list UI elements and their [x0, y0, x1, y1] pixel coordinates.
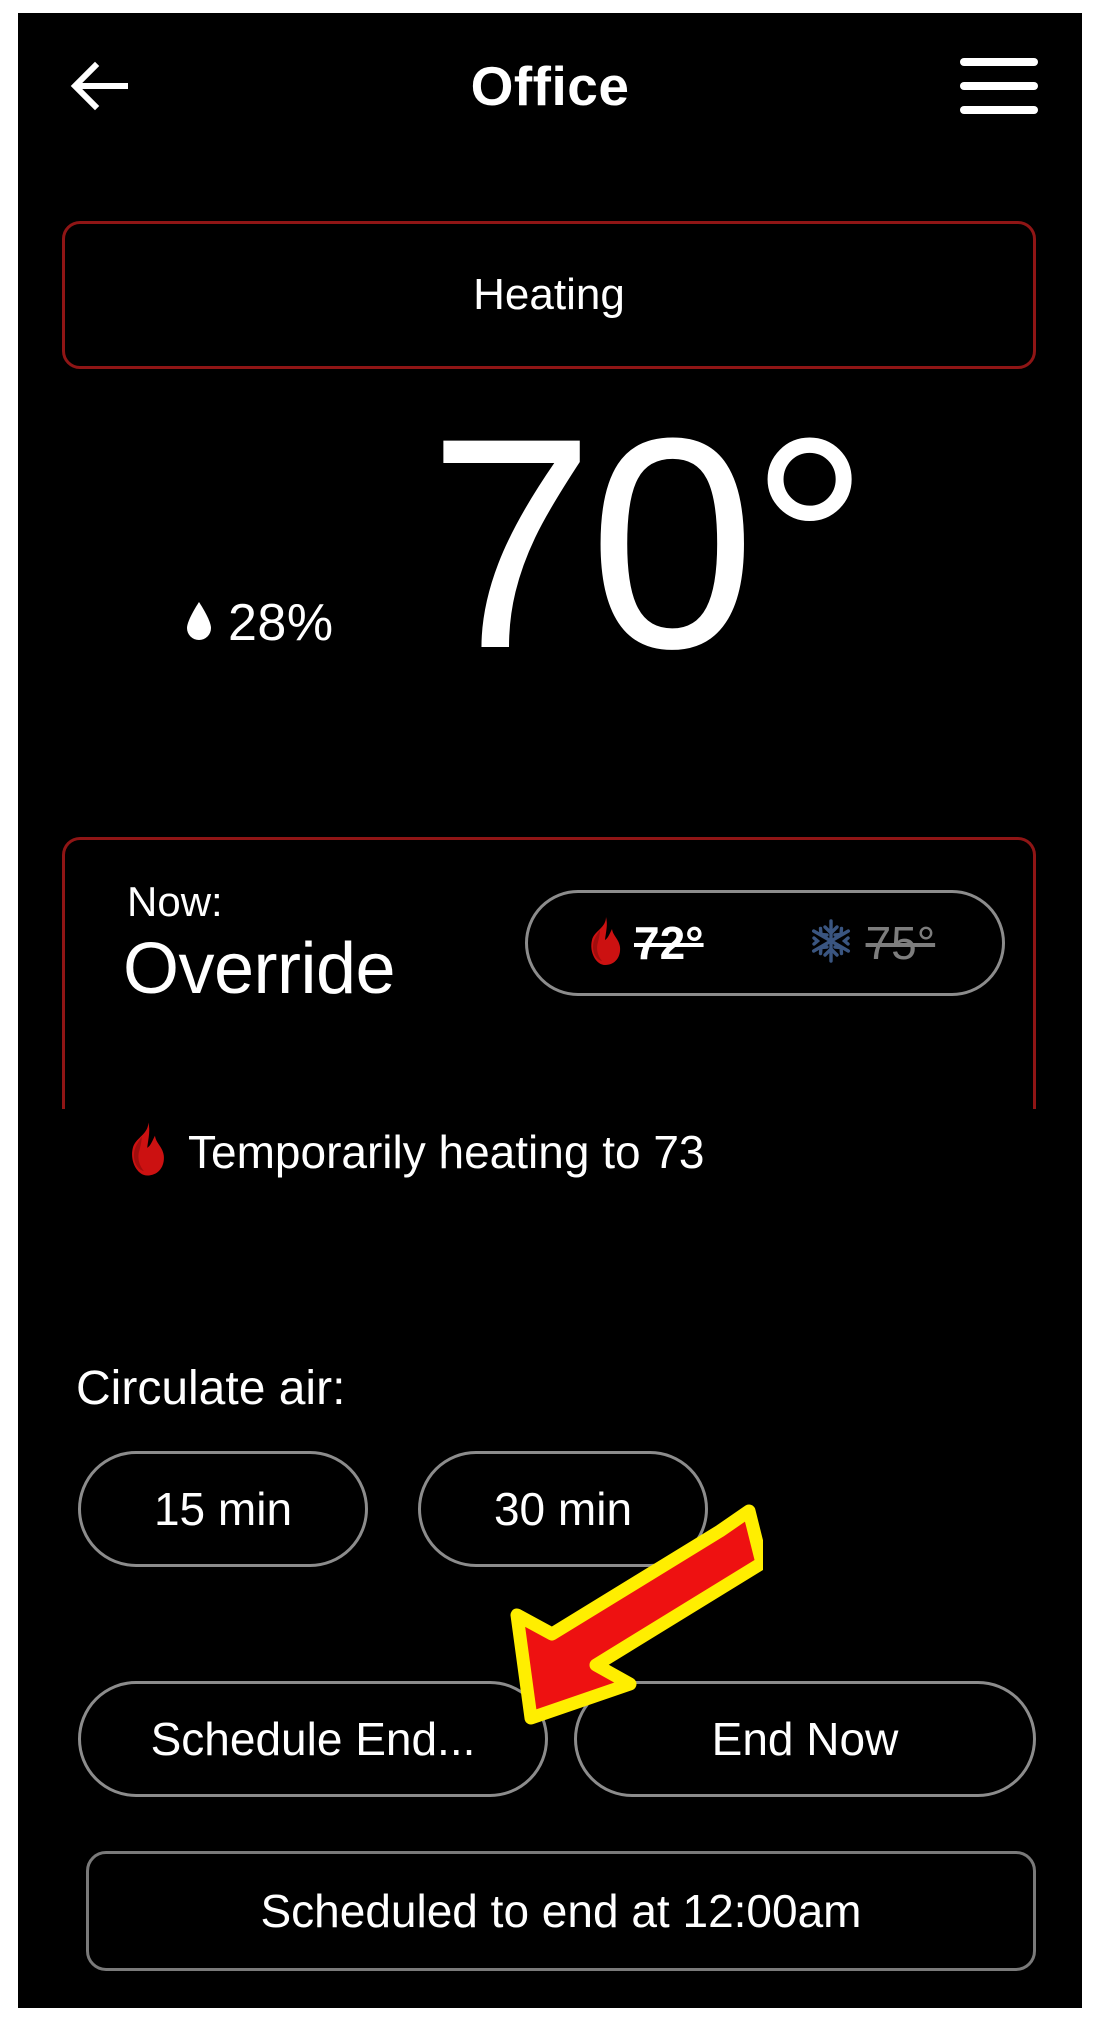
schedule-end-button[interactable]: Schedule End...: [78, 1681, 548, 1797]
hvac-mode-label: Heating: [473, 270, 625, 319]
override-card[interactable]: Now: Override 72° 75°: [62, 837, 1036, 1109]
scheduled-to-end-banner[interactable]: Scheduled to end at 12:00am: [86, 1851, 1036, 1971]
hamburger-menu-icon[interactable]: [956, 51, 1042, 121]
cool-setpoint-value: 75°: [865, 917, 936, 969]
override-now-label: Now:: [127, 878, 223, 925]
screenshot-frame: Office Heating 28% 70° Now: Override 72°…: [0, 0, 1098, 2018]
current-temperature: 70°: [428, 375, 870, 711]
water-drop-icon: [184, 600, 214, 647]
flame-icon: [584, 916, 622, 971]
override-state-label: Override: [123, 929, 396, 1009]
setpoint-pill[interactable]: 72° 75°: [525, 890, 1005, 996]
override-status-text: Temporarily heating to 73: [188, 1125, 705, 1178]
humidity-value: 28%: [228, 594, 334, 652]
menu-bar-2: [960, 82, 1038, 90]
heat-setpoint-value: 72°: [634, 917, 704, 969]
override-status-line: Temporarily heating to 73: [124, 1121, 705, 1182]
end-now-button[interactable]: End Now: [574, 1681, 1036, 1797]
humidity-readout: 28%: [184, 593, 334, 653]
hvac-mode-card[interactable]: Heating: [62, 221, 1036, 369]
heat-setpoint[interactable]: 72°: [584, 916, 704, 971]
snowflake-icon: [808, 918, 854, 969]
page-title: Office: [470, 55, 630, 117]
circulate-15-min-button[interactable]: 15 min: [78, 1451, 368, 1567]
cool-setpoint[interactable]: 75°: [808, 916, 936, 970]
circulate-30-min-button[interactable]: 30 min: [418, 1451, 708, 1567]
current-reading-block: 28% 70°: [18, 393, 1082, 733]
flame-icon: [124, 1121, 166, 1182]
circulate-air-label: Circulate air:: [76, 1362, 346, 1415]
menu-bar-1: [960, 58, 1038, 66]
menu-bar-3: [960, 106, 1038, 114]
phone-screen: Office Heating 28% 70° Now: Override 72°…: [18, 13, 1082, 2008]
top-app-bar: Office: [18, 41, 1082, 131]
